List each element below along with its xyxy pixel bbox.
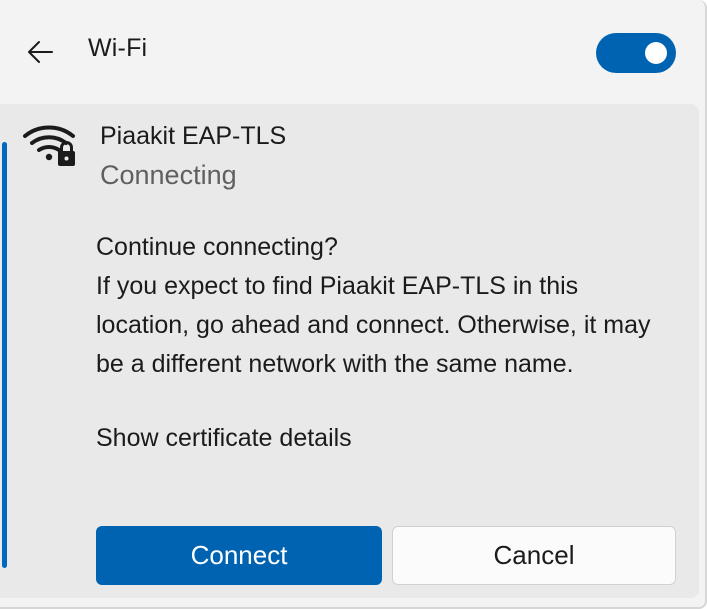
toggle-knob bbox=[645, 42, 667, 64]
page-title: Wi-Fi bbox=[88, 34, 148, 62]
wifi-panel: Wi-Fi Piaakit EAP-TLS Connecting Continu… bbox=[0, 0, 707, 609]
network-name: Piaakit EAP-TLS bbox=[100, 122, 287, 150]
selected-accent-bar bbox=[2, 142, 7, 568]
prompt-body: If you expect to find Piaakit EAP-TLS in… bbox=[96, 272, 651, 378]
network-status: Connecting bbox=[100, 160, 237, 190]
connect-prompt: Continue connecting? If you expect to fi… bbox=[96, 228, 676, 384]
connect-button[interactable]: Connect bbox=[96, 526, 382, 585]
back-button[interactable] bbox=[24, 36, 56, 68]
prompt-heading: Continue connecting? bbox=[96, 233, 338, 261]
wifi-toggle[interactable] bbox=[596, 33, 676, 73]
wifi-secured-icon bbox=[23, 125, 75, 166]
panel-header: Wi-Fi bbox=[0, 0, 705, 104]
cancel-button[interactable]: Cancel bbox=[392, 526, 676, 585]
arrow-left-icon bbox=[28, 41, 53, 63]
show-certificate-link[interactable]: Show certificate details bbox=[96, 424, 352, 453]
